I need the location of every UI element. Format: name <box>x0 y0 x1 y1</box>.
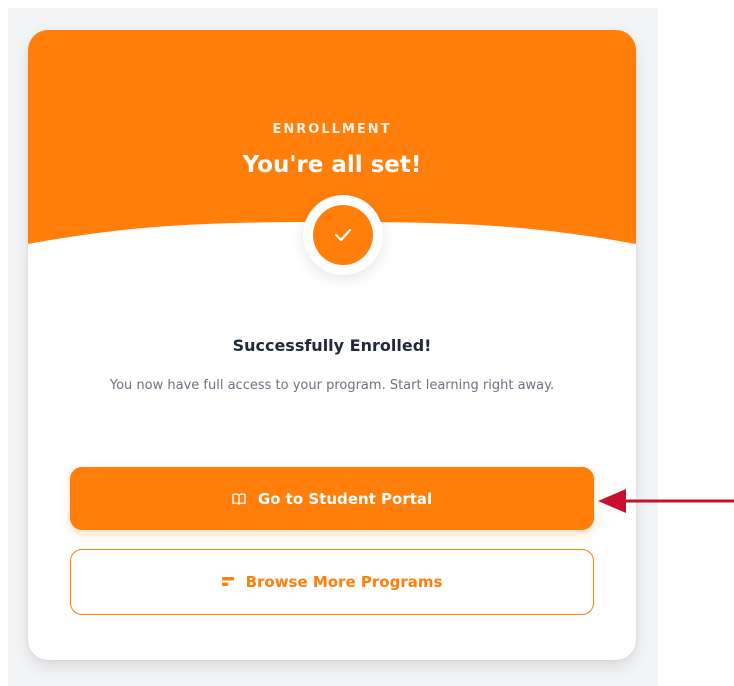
enrollment-success-card: ENROLLMENT You're all set! Successfully … <box>28 30 636 660</box>
secondary-button-label: Browse More Programs <box>245 573 443 591</box>
browse-more-programs-button[interactable]: Browse More Programs <box>70 549 594 615</box>
section-eyebrow: ENROLLMENT <box>272 122 392 137</box>
book-open-icon <box>232 492 246 505</box>
status-description: You now have full access to your program… <box>109 378 555 393</box>
success-badge <box>303 195 383 275</box>
red-arrow-pointer <box>598 489 734 513</box>
checkmark-icon <box>313 205 373 265</box>
primary-button-label: Go to Student Portal <box>257 489 433 508</box>
catalog-icon <box>221 577 234 587</box>
go-to-student-portal-button[interactable]: Go to Student Portal <box>70 467 594 530</box>
status-title: Successfully Enrolled! <box>232 336 432 355</box>
hero-title: You're all set! <box>242 152 422 178</box>
